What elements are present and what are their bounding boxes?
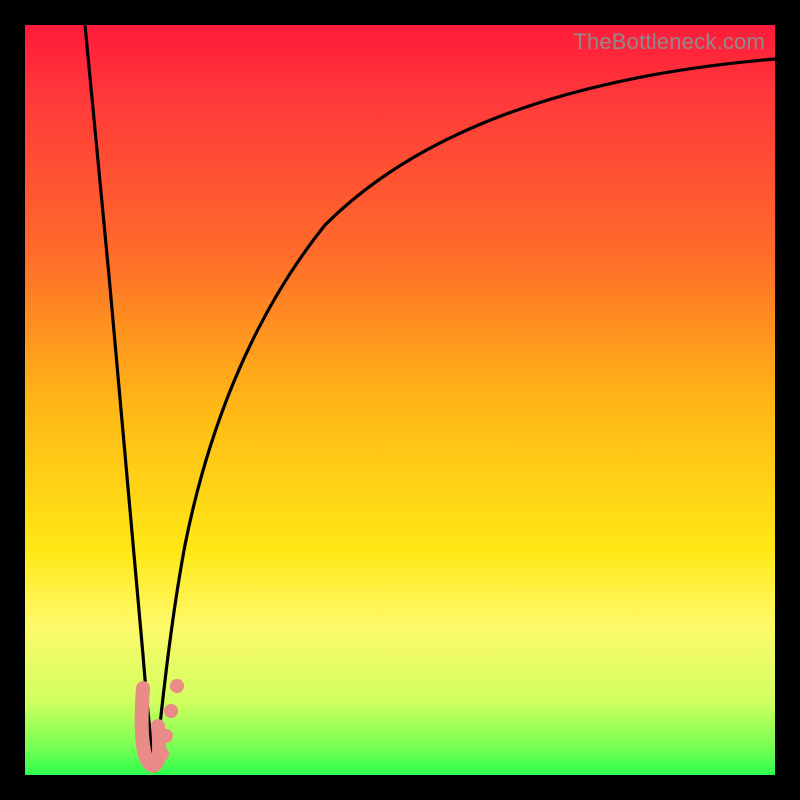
pink-dot-3 bbox=[159, 729, 173, 743]
chart-svg bbox=[25, 25, 775, 775]
pink-dot-4 bbox=[155, 747, 169, 761]
chart-frame: TheBottleneck.com bbox=[0, 0, 800, 800]
curve-right-branch bbox=[155, 59, 775, 771]
pink-dot-2 bbox=[164, 704, 178, 718]
plot-area: TheBottleneck.com bbox=[25, 25, 775, 775]
curve-left-branch bbox=[85, 25, 155, 771]
pink-dot-1 bbox=[170, 679, 184, 693]
